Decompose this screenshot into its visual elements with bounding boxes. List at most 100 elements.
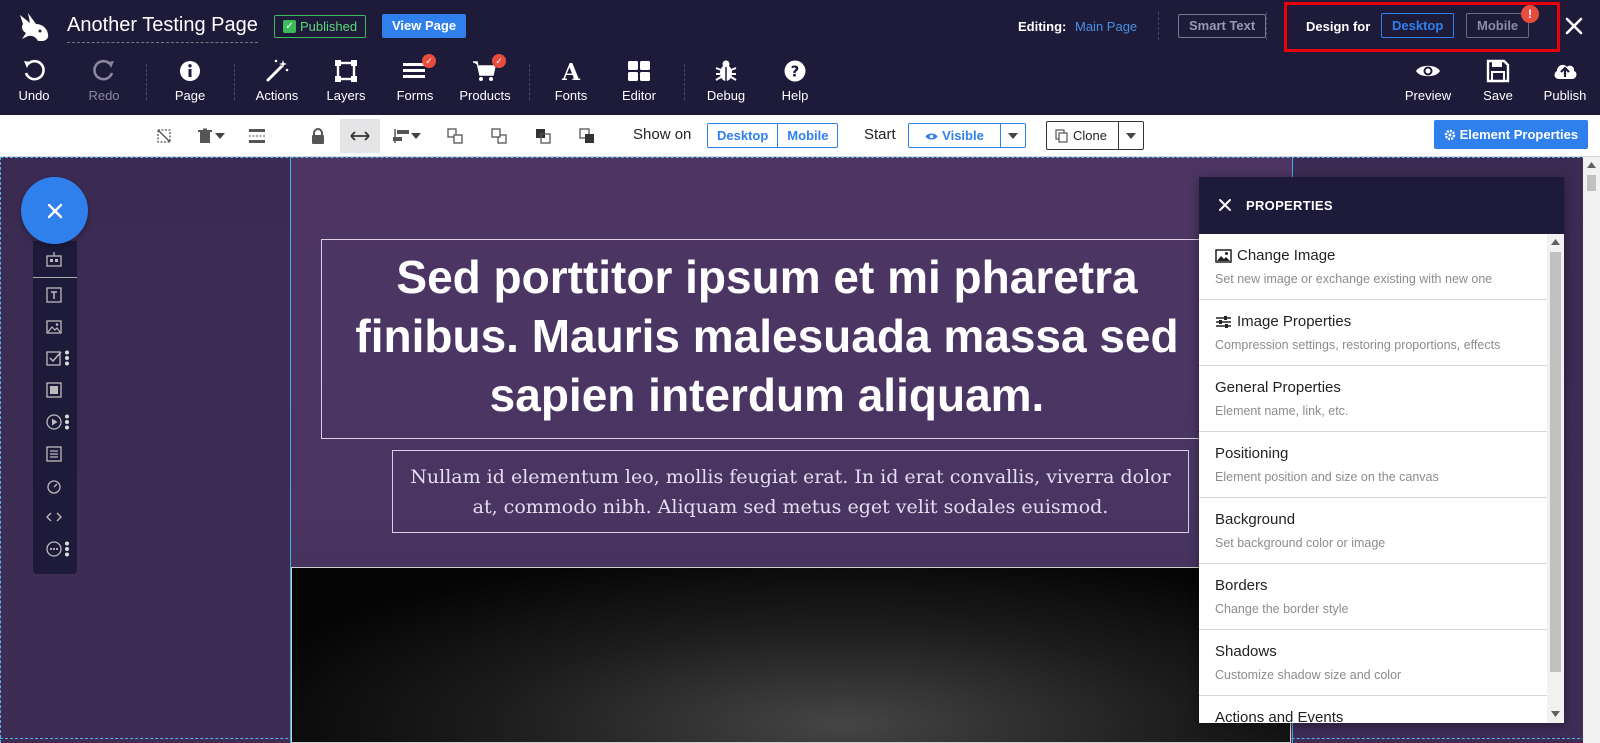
property-shadows[interactable]: Shadows Customize shadow size and color (1199, 630, 1547, 696)
headline-text[interactable]: Sed porttitor ipsum et mi pharetra finib… (322, 248, 1205, 425)
layers-button[interactable]: Layers (322, 58, 370, 110)
subtext-element[interactable]: Nullam id elementum leo, mollis feugiat … (392, 450, 1189, 533)
help-button[interactable]: ? Help (774, 58, 816, 110)
save-label: Save (1483, 88, 1513, 103)
layers-label: Layers (326, 88, 366, 103)
image-element[interactable] (291, 567, 1291, 743)
scrollbar-thumb[interactable] (1587, 175, 1596, 191)
bring-forward-icon[interactable] (443, 124, 467, 148)
property-description: Compression settings, restoring proporti… (1215, 338, 1501, 352)
element-properties-button[interactable]: Element Properties (1434, 120, 1588, 149)
send-to-back-icon[interactable] (575, 124, 599, 148)
stretch-width-icon[interactable] (340, 119, 380, 153)
code-element-icon[interactable] (45, 508, 63, 526)
font-icon: A (558, 58, 584, 84)
property-general[interactable]: General Properties Element name, link, e… (1199, 366, 1547, 432)
divider (146, 64, 147, 100)
more-options-icon[interactable] (64, 541, 70, 557)
more-elements-icon[interactable] (45, 540, 63, 558)
more-options-icon[interactable] (64, 350, 70, 366)
property-borders[interactable]: Borders Change the border style (1199, 564, 1547, 630)
save-button[interactable]: Save (1478, 58, 1518, 110)
preview-label: Preview (1404, 88, 1452, 103)
property-change-image[interactable]: Change Image Set new image or exchange e… (1199, 234, 1547, 300)
align-dropdown-icon[interactable] (409, 124, 423, 148)
image-element-icon[interactable] (45, 318, 63, 336)
row-spacing-icon[interactable] (245, 124, 269, 148)
text-element-icon[interactable] (45, 286, 63, 304)
floppy-disk-icon (1485, 58, 1511, 84)
view-page-button[interactable]: View Page (382, 14, 467, 38)
products-button[interactable]: ✓ Products (457, 54, 513, 110)
divider (1266, 12, 1267, 40)
close-icon[interactable] (1562, 14, 1586, 38)
close-add-panel-button[interactable] (21, 177, 88, 244)
svg-text:?: ? (791, 63, 800, 81)
clone-split-button[interactable]: Clone (1046, 121, 1144, 150)
scrollbar-thumb[interactable] (1550, 252, 1561, 672)
close-icon (45, 201, 65, 221)
section-element-icon[interactable] (45, 251, 63, 269)
property-actions-events[interactable]: Actions and Events (1199, 696, 1547, 723)
fonts-button[interactable]: A Fonts (550, 58, 592, 110)
box-element-icon[interactable] (45, 381, 63, 399)
bring-to-front-icon[interactable] (531, 124, 555, 148)
page-title[interactable]: Another Testing Page (67, 14, 258, 43)
design-for-label: Design for (1306, 19, 1371, 34)
divider (234, 64, 235, 100)
bug-icon (713, 58, 739, 84)
design-mobile-button[interactable]: Mobile (1466, 13, 1530, 38)
scroll-up-icon[interactable] (1587, 162, 1596, 168)
publish-button[interactable]: Publish (1542, 58, 1588, 110)
more-options-icon[interactable] (64, 414, 70, 430)
forms-button[interactable]: ✓ Forms (393, 54, 437, 110)
show-on-desktop-button[interactable]: Desktop (708, 124, 777, 147)
rabbit-logo-icon[interactable] (16, 9, 52, 43)
alert-icon: ! (1521, 5, 1539, 23)
video-element-icon[interactable] (45, 413, 63, 431)
smart-text-button[interactable]: Smart Text (1178, 14, 1267, 38)
start-label: Start (864, 126, 896, 143)
lock-icon[interactable] (306, 124, 330, 148)
property-background[interactable]: Background Set background color or image (1199, 498, 1547, 564)
property-positioning[interactable]: Positioning Element position and size on… (1199, 432, 1547, 498)
show-on-mobile-button[interactable]: Mobile (777, 124, 837, 147)
form-element-icon[interactable] (45, 349, 63, 367)
page-button[interactable]: Page (170, 58, 210, 110)
property-description: Set background color or image (1215, 536, 1386, 550)
close-properties-icon[interactable] (1217, 197, 1233, 213)
editor-button[interactable]: Editor (618, 58, 660, 110)
undo-label: Undo (18, 88, 50, 103)
properties-header: PROPERTIES (1199, 177, 1564, 234)
sliders-icon (1215, 315, 1232, 329)
chevron-down-icon[interactable] (1119, 122, 1143, 149)
chevron-down-icon[interactable] (1001, 124, 1025, 147)
cloud-upload-icon (1552, 58, 1578, 84)
subtext-text[interactable]: Nullam id elementum leo, mollis feugiat … (393, 462, 1188, 522)
preview-button[interactable]: Preview (1402, 58, 1454, 110)
design-desktop-button[interactable]: Desktop (1381, 13, 1455, 38)
debug-button[interactable]: Debug (704, 58, 748, 110)
redo-button[interactable]: Redo (84, 58, 124, 110)
list-element-icon[interactable] (45, 445, 63, 463)
start-visibility-select[interactable]: Visible (908, 123, 1026, 148)
headline-element[interactable]: Sed porttitor ipsum et mi pharetra finib… (321, 239, 1206, 439)
deselect-icon[interactable] (152, 124, 176, 148)
scroll-down-icon[interactable] (1551, 711, 1560, 717)
timer-element-icon[interactable] (45, 477, 63, 495)
scroll-up-icon[interactable] (1551, 239, 1560, 245)
editing-page-link[interactable]: Main Page (1075, 19, 1137, 34)
page-scrollbar[interactable] (1583, 157, 1600, 743)
property-image-properties[interactable]: Image Properties Compression settings, r… (1199, 300, 1547, 366)
trash-dropdown-icon[interactable] (213, 124, 227, 148)
actions-button[interactable]: Actions (252, 58, 302, 110)
undo-button[interactable]: Undo (14, 58, 54, 110)
properties-scrollbar[interactable] (1547, 234, 1564, 723)
eye-icon (1415, 58, 1441, 84)
property-description: Element name, link, etc. (1215, 404, 1349, 418)
visibility-label: Visible (942, 128, 984, 143)
property-title: Borders (1215, 577, 1268, 594)
clone-button[interactable]: Clone (1047, 122, 1119, 149)
visibility-value[interactable]: Visible (909, 124, 1001, 147)
send-backward-icon[interactable] (487, 124, 511, 148)
